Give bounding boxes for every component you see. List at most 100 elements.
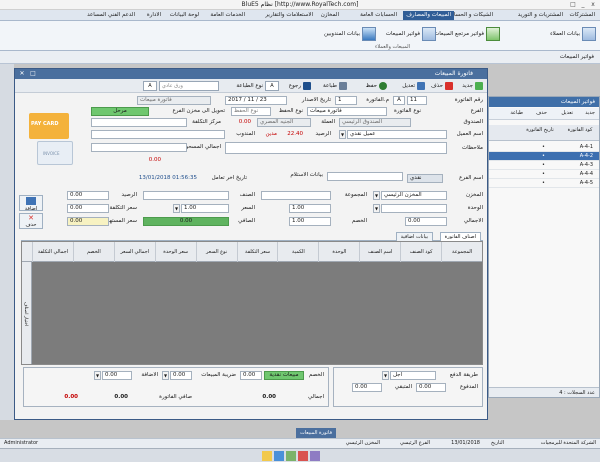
cash-toggle[interactable]: نقدي [407, 174, 443, 183]
ribbon-tab-services[interactable]: الخدمات العامة [207, 11, 248, 20]
invoice-list-row[interactable]: A-4-5 • [489, 179, 599, 188]
pdf-icon[interactable] [298, 451, 308, 461]
notes-field[interactable] [225, 142, 447, 154]
row-invoice-code: A-4-1 [579, 144, 593, 150]
dialog-close-icon[interactable]: ✕ [18, 70, 26, 77]
close-window-button[interactable]: x [588, 1, 598, 9]
paid-field[interactable]: 0.00 [416, 383, 446, 392]
back-icon [303, 82, 311, 90]
added-field[interactable]: 0.00 [102, 371, 132, 380]
list-edit-button[interactable]: تعديل [561, 110, 573, 116]
qty-field[interactable]: 1.00 [289, 204, 331, 213]
invoice-list-row[interactable]: A-4-1 • [489, 143, 599, 152]
new-button[interactable]: جديد [462, 81, 483, 91]
save-type-select[interactable]: نوع الحفظ [231, 107, 271, 116]
tax-field[interactable]: 0.00 [170, 371, 192, 380]
price-field[interactable]: 1.00 [181, 204, 229, 213]
maximize-button[interactable]: □ [568, 1, 578, 9]
store-field[interactable]: المخزن الرئيسي [381, 191, 447, 200]
document-tab-bar: فواتير المبيعات [0, 51, 600, 64]
minimize-button[interactable]: _ [578, 1, 588, 9]
add-item-button[interactable]: اضافة [19, 195, 43, 212]
item-discount-field[interactable]: 1.00 [289, 217, 331, 226]
sales-invoice-button[interactable]: فواتير المبيعات [386, 24, 436, 44]
invoice-list-row[interactable]: A-4-4 • [489, 170, 599, 179]
issue-date-field[interactable]: 2017 / 11 / 23 [225, 96, 287, 105]
grid-column-header[interactable]: اجمالي السعر [113, 242, 155, 262]
unit-field[interactable] [381, 204, 447, 213]
ribbon-tab-data[interactable]: لوحة البيانات [167, 11, 202, 20]
open-window-tab[interactable]: فاتورة المبيعات [296, 428, 336, 438]
grid-column-header[interactable]: المجموعة [441, 242, 482, 262]
account-field[interactable]: الصندوق الرئيسي [339, 118, 411, 127]
ribbon-tab-admin[interactable]: الادارة [144, 11, 164, 20]
mandob-field[interactable] [91, 130, 225, 139]
folder-icon[interactable] [262, 451, 272, 461]
grid-column-header[interactable]: الوحدة [318, 242, 359, 262]
cost-center-field[interactable] [91, 118, 187, 127]
invoice-code-field[interactable]: A [393, 96, 405, 105]
print-type-select[interactable]: A [265, 81, 279, 91]
list-delete-button[interactable]: حذف [536, 110, 547, 116]
return-invoice-icon [486, 27, 500, 41]
discount-total-field[interactable]: 0.00 [240, 371, 262, 380]
tax-dropdown[interactable]: ▼ [162, 371, 169, 380]
col-invoice-date[interactable]: تاريخ الفاتورة [523, 127, 557, 133]
receipt-data-field[interactable] [327, 172, 403, 181]
customer-field[interactable]: عميل نقدي [347, 130, 447, 139]
grid-column-header[interactable]: سعر الوحدة [154, 242, 196, 262]
unit-dropdown[interactable]: ▼ [373, 204, 380, 213]
grid-column-header[interactable]: الخصم [72, 242, 114, 262]
delete-icon [445, 82, 453, 90]
ribbon-tab-purchases[interactable]: المشتريات و التوريد [515, 11, 566, 20]
payment-method-field[interactable]: اجل [390, 371, 436, 380]
col-invoice-code[interactable]: كود الفاتورة [565, 127, 595, 133]
payment-method-dropdown[interactable]: ▼ [382, 371, 389, 380]
price-type-dropdown[interactable]: ▼ [173, 204, 180, 213]
modify-button[interactable]: تعديل [402, 81, 425, 91]
group-field[interactable] [261, 191, 331, 200]
item-field[interactable] [143, 191, 229, 200]
grid-column-header[interactable]: سعر التكلفة [236, 242, 278, 262]
ribbon-tab-accounts[interactable]: الحسابات العامة [357, 11, 400, 20]
paper-select[interactable]: ورق عادي [159, 81, 219, 91]
customer-dropdown[interactable]: ▼ [339, 130, 346, 139]
tab-extra-data[interactable]: بيانات اضافية [395, 232, 433, 241]
grid-column-header[interactable]: اسم الصنف [359, 242, 400, 262]
invoice-no-field[interactable]: 11 [407, 96, 427, 105]
delete-item-button[interactable]: ✕ حذف [19, 213, 43, 229]
ribbon-tab-shared[interactable]: المشتركات [567, 11, 598, 20]
print-button[interactable]: طباعة [323, 81, 347, 91]
added-dropdown[interactable]: ▼ [94, 371, 101, 380]
invoice-type-select[interactable]: فاتورة مبيعات [307, 107, 387, 116]
invoice-list-row[interactable]: A-4-3 • [489, 161, 599, 170]
tab-invoice-items[interactable]: اصناف الفاتورة [439, 232, 481, 241]
excel-icon[interactable] [286, 451, 296, 461]
store-dropdown[interactable]: ▼ [373, 191, 380, 200]
ribbon-tab-sales[interactable]: المبيعات والمصارف [403, 11, 454, 20]
list-print-button[interactable]: طباعة [510, 110, 523, 116]
serial-field[interactable]: 1 [335, 96, 357, 105]
ribbon-tab-reports[interactable]: الاستعلامات والتقارير [262, 11, 316, 20]
save-button[interactable]: حفظ [366, 81, 387, 91]
grid-column-header[interactable]: اجمالي التكلفة [32, 242, 73, 262]
invoice-list-row[interactable]: A-4-2 • [489, 152, 599, 161]
ribbon-tab-support[interactable]: الدعم الفني المساعد [84, 11, 138, 20]
app-icon[interactable] [274, 451, 284, 461]
ribbon-tab-stores[interactable]: المخازن [318, 11, 342, 20]
grid-column-header[interactable]: الكمية [277, 242, 318, 262]
list-new-button[interactable]: جديد [585, 110, 595, 116]
grid-column-header[interactable]: كود الصنف [400, 242, 441, 262]
delete-button[interactable]: حذف [431, 81, 453, 91]
dialog-maximize-icon[interactable]: □ [29, 70, 37, 77]
return-invoice-button[interactable]: فواتير مرتجع المبيعات [434, 24, 500, 44]
reps-button[interactable]: بيانات المندوبين [324, 24, 376, 44]
currency-field[interactable]: الجنيه المصري [257, 118, 311, 127]
document-tab-title[interactable]: فواتير المبيعات [560, 54, 594, 60]
back-button[interactable]: رجوع [289, 81, 311, 91]
settings-icon[interactable] [310, 451, 320, 461]
credit-limit-field[interactable] [91, 143, 187, 152]
paper-size-select[interactable]: A [143, 81, 157, 91]
grid-column-header[interactable]: نوع السعر [195, 242, 237, 262]
customers-button[interactable]: بيانات العملاء [550, 24, 596, 44]
